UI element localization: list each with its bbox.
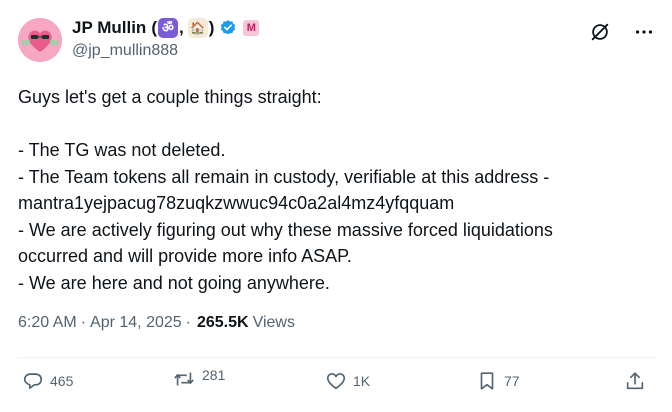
- name-separator: ,: [178, 18, 184, 37]
- like-count: 1K: [353, 373, 371, 389]
- meta-separator: ·: [80, 314, 87, 331]
- reply-icon: [22, 370, 44, 392]
- bookmark-count: 77: [504, 373, 520, 389]
- repost-count: 281: [202, 367, 226, 383]
- author-name[interactable]: JP Mullin: [72, 17, 146, 39]
- more-icon[interactable]: [632, 20, 656, 44]
- reply-button[interactable]: 465: [22, 370, 73, 392]
- share-icon: [624, 370, 646, 392]
- author-handle[interactable]: @jp_mullin888: [72, 42, 178, 60]
- bookmark-button[interactable]: 77: [476, 370, 520, 392]
- views-count[interactable]: 265.5K: [197, 314, 249, 332]
- name-paren-open: (: [151, 18, 157, 37]
- avatar[interactable]: [18, 18, 62, 62]
- post-date[interactable]: Apr 14, 2025: [90, 314, 182, 332]
- like-icon: [325, 370, 347, 392]
- repost-button[interactable]: 281: [172, 367, 226, 390]
- like-button[interactable]: 1K: [325, 370, 370, 392]
- share-button[interactable]: [624, 370, 646, 392]
- om-emoji-icon: ॐ: [157, 18, 178, 38]
- reply-count: 465: [50, 373, 74, 389]
- meta-separator-2: ·: [185, 314, 191, 331]
- name-paren-close: ): [208, 18, 215, 37]
- affiliate-badge-icon[interactable]: M: [243, 20, 260, 36]
- divider: [18, 357, 656, 358]
- post-time[interactable]: 6:20 AM: [18, 314, 77, 332]
- house-emoji-icon: 🏠: [187, 18, 208, 38]
- bookmark-icon: [476, 370, 498, 392]
- views-label: Views: [252, 314, 295, 331]
- grok-icon[interactable]: [588, 20, 612, 44]
- post-text: Guys let's get a couple things straight:…: [18, 87, 553, 293]
- verified-badge-icon[interactable]: [219, 19, 237, 37]
- repost-icon: [172, 368, 196, 390]
- author-name-row[interactable]: JP Mullin ( ॐ , 🏠 ) M: [72, 17, 260, 39]
- post-meta: 6:20 AM · Apr 14, 2025 · 265.5K Views: [18, 314, 295, 332]
